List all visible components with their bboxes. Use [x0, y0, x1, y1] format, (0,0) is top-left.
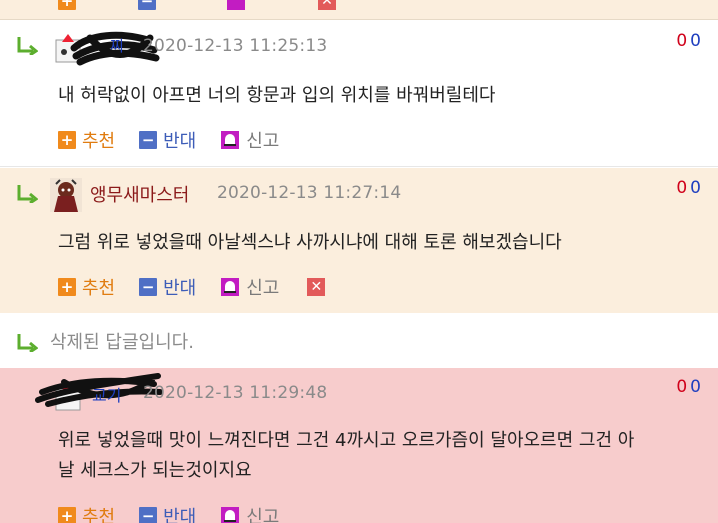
recommend-button[interactable]: + 추천 [58, 274, 115, 300]
comment-timestamp: 2020-12-13 11:27:14 [217, 183, 402, 203]
vote-down-count: 0 [690, 178, 704, 198]
close-icon[interactable]: ✕ [318, 0, 336, 10]
vote-counts: 00 [676, 178, 704, 198]
deleted-comment-item: 삭제된 답글입니다. [0, 313, 718, 368]
vote-down-count: 0 [690, 31, 704, 51]
deleted-comment-text: 삭제된 답글입니다. [50, 332, 194, 353]
report-bell-icon[interactable] [227, 0, 245, 10]
comment-body: 위로 넣었을때 맛이 느껴진다면 그건 4까시고 오르가즘이 달아오르면 그건 … [58, 426, 708, 486]
reply-arrow-icon [16, 183, 38, 203]
comment-body: 내 허락없이 아프면 너의 항문과 입의 위치를 바꿔버릴테다 [58, 85, 496, 106]
report-button[interactable]: 신고 [220, 274, 279, 300]
comment-actions: + 추천 − 반대 신고 [58, 505, 303, 523]
nickname[interactable]: 앵무새마스터 [90, 181, 189, 207]
recommend-button[interactable]: + 추천 [58, 503, 115, 523]
oppose-label: 반대 [163, 507, 197, 523]
vote-up-count: 0 [676, 178, 691, 198]
minus-icon: − [138, 0, 156, 10]
comment-body-line: 위로 넣었을때 맛이 느껴진다면 그건 4까시고 오르가즘이 달아오르면 그건 … [58, 430, 635, 451]
vote-down-count: 0 [690, 377, 704, 397]
avatar[interactable] [50, 178, 82, 212]
reply-arrow-icon [16, 35, 38, 55]
oppose-button[interactable]: − 반대 [139, 127, 196, 153]
report-label: 신고 [246, 278, 280, 299]
report-bell-icon [220, 277, 240, 297]
plus-icon: + [58, 278, 76, 296]
recommend-label: 추천 [82, 131, 116, 152]
minus-icon: − [139, 131, 158, 149]
vote-up-count: 0 [676, 377, 691, 397]
oppose-button-partial[interactable]: − [138, 0, 162, 10]
comment-body-line: 날 세크스가 되는것이지요 [58, 460, 252, 481]
oppose-button[interactable]: − 반대 [139, 274, 196, 300]
reply-arrow-icon [16, 332, 38, 352]
report-bell-icon [220, 506, 240, 523]
oppose-button[interactable]: − 반대 [139, 503, 196, 523]
recommend-button-partial[interactable]: + [58, 0, 82, 10]
recommend-button[interactable]: + 추천 [58, 127, 115, 153]
report-label: 신고 [246, 507, 280, 523]
plus-icon: + [58, 507, 76, 523]
report-button[interactable]: 신고 [220, 127, 279, 153]
vote-up-count: 0 [676, 31, 691, 51]
plus-icon: + [58, 0, 76, 10]
plus-icon: + [58, 131, 76, 149]
report-bell-icon [220, 130, 240, 150]
vote-counts: 00 [676, 377, 704, 397]
minus-icon: − [139, 278, 158, 296]
recommend-label: 추천 [82, 507, 116, 523]
comment-timestamp: 2020-12-13 11:25:13 [143, 36, 328, 56]
vote-counts: 00 [676, 31, 704, 51]
close-icon[interactable]: ✕ [307, 278, 326, 296]
oppose-label: 반대 [163, 131, 197, 152]
oppose-label: 반대 [163, 278, 197, 299]
comment-actions: + 추천 − 반대 신고 ✕ [58, 274, 326, 300]
comment-item: 교기 2020-12-13 11:29:48 00 위로 넣었을때 맛이 느껴진… [0, 368, 718, 523]
comment-timestamp: 2020-12-13 11:29:48 [143, 383, 328, 403]
report-label: 신고 [246, 131, 280, 152]
report-button[interactable]: 신고 [220, 503, 279, 523]
comment-item: 앵무새마스터 2020-12-13 11:27:14 00 그럼 위로 넣었을때… [0, 168, 718, 313]
comment-body: 그럼 위로 넣었을때 아날섹스냐 사까시냐에 대해 토론 해보겠습니다 [58, 232, 562, 253]
recommend-label: 추천 [82, 278, 116, 299]
nickname-partial[interactable]: 교기 [92, 382, 121, 406]
previous-comment-actions-strip: + − ✕ [0, 0, 718, 20]
minus-icon: − [139, 507, 158, 523]
nickname-partial[interactable]: 찌 [110, 35, 124, 56]
comment-actions: + 추천 − 반대 신고 [58, 127, 303, 153]
comment-item: 찌 2020-12-13 11:25:13 00 내 허락없이 아프면 너의 항… [0, 20, 718, 167]
